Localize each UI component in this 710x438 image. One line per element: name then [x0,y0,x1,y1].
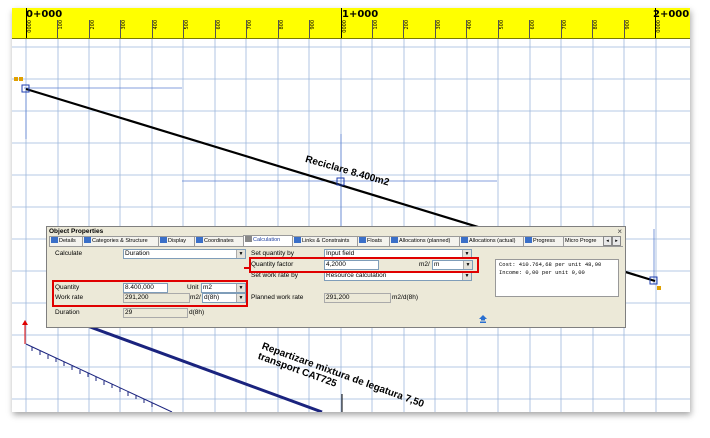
ruler-tick-label: 0000 [27,20,33,33]
tab-links[interactable]: Links & Constraints [292,236,358,246]
chevron-down-icon[interactable]: ▼ [462,272,471,280]
collapse-up-icon[interactable] [479,315,487,323]
details-icon [51,237,58,243]
ruler-tick-label: 0000 [341,20,348,33]
tab-categories[interactable]: Categories & Structure [82,236,159,246]
links-icon [294,237,301,243]
set-work-rate-by-label: Set work rate by [251,272,298,279]
ruler-tick-label: 300 [435,20,442,30]
display-icon [160,237,167,243]
ruler-tick-label: 600 [215,20,222,30]
ruler-marker-0: 0+000 [26,9,63,20]
duration-label: Duration [55,309,80,316]
highlight-quantity-workrate [52,280,248,307]
allocations-icon [391,237,398,243]
calculate-label: Calculate [55,250,83,257]
hatched-task-line [25,343,173,412]
ruler-tick-label: 500 [184,20,191,30]
ruler-tick-label: 0000 [656,20,662,33]
ruler-tick-label: 400 [152,20,159,30]
duration-value: 29 [123,308,188,318]
object-properties-panel[interactable]: Object Properties × Details Categories &… [46,226,626,328]
highlight-quantity-factor [249,257,479,273]
tab-scroll-right-icon[interactable]: ▸ [612,236,621,246]
ruler-tick-label: 700 [561,20,568,30]
tab-calculation[interactable]: Calculation [243,235,293,246]
ruler-tick-label: 200 [404,20,411,30]
ruler-tick-label: 900 [310,20,317,30]
highlight-connector [244,267,249,283]
allocations-actual-icon [461,237,468,243]
set-quantity-by-label: Set quantity by [251,250,294,257]
chevron-down-icon[interactable]: ▼ [236,250,245,258]
ruler-tick-label: 700 [247,20,254,30]
ruler-tick-label: 900 [624,20,631,30]
progress-icon [525,237,532,243]
cost-summary: Cost: 410.764,68 per unit 48,90 Income: … [495,259,619,297]
tab-details[interactable]: Details [49,236,83,246]
close-icon[interactable]: × [617,227,622,236]
calculation-tab-content: Calculate Duration ▼ Set quantity by Inpu… [49,246,623,327]
ruler-tick-label: 100 [58,20,65,30]
tab-allocations-planned[interactable]: Allocations (planned) [389,236,460,246]
ruler-tick-label: 600 [530,20,537,30]
tab-micro-progress[interactable]: Micro Progre [563,236,605,246]
tab-allocations-actual[interactable]: Allocations (actual) [459,236,524,246]
red-arrow-icon [22,320,28,344]
ruler-tick-label: 200 [89,20,96,30]
ruler-tick-label: 400 [467,20,474,30]
drawing-viewport[interactable]: 0+000 1+000 2+000 0000 100 200 300 400 500 600… [12,8,690,412]
ruler-marker-2: 2+000 [653,9,690,20]
calculator-icon [245,236,252,242]
ruler-tick-label: 800 [593,20,600,30]
ruler-tick-label: 800 [278,20,285,30]
coordinates-icon [196,237,203,243]
tab-bar: Details Categories & Structure Display C… [49,235,623,246]
planned-work-rate-label: Planned work rate [251,294,304,301]
tab-coordinates[interactable]: Coordinates [194,236,244,246]
panel-title: Object Properties [49,228,104,235]
tab-progress[interactable]: Progress [523,236,564,246]
ruler-tick-label: 500 [498,20,505,30]
tab-floats[interactable]: Floats [357,236,390,246]
tree-icon [84,237,91,243]
calculate-select[interactable]: Duration ▼ [123,249,246,259]
income-line: Income: 0,00 per unit 0,00 [499,269,585,276]
cost-line: Cost: 410.764,68 per unit 48,90 [499,261,602,268]
planned-work-rate-value: 291,200 [324,293,391,303]
ruler-marker-1: 1+000 [342,9,379,20]
tab-display[interactable]: Display [158,236,195,246]
end-marker-icon [657,286,661,290]
chainage-ruler: 0+000 1+000 2+000 0000 100 200 300 400 500 600… [12,8,690,39]
planned-work-rate-unit: m2/d(8h) [392,294,419,301]
duration-unit: d(8h) [189,309,205,316]
tab-scroll-left-icon[interactable]: ◂ [603,236,612,246]
ruler-tick-label: 300 [121,20,128,30]
floats-icon [359,237,366,243]
ruler-tick-label: 100 [372,20,379,30]
